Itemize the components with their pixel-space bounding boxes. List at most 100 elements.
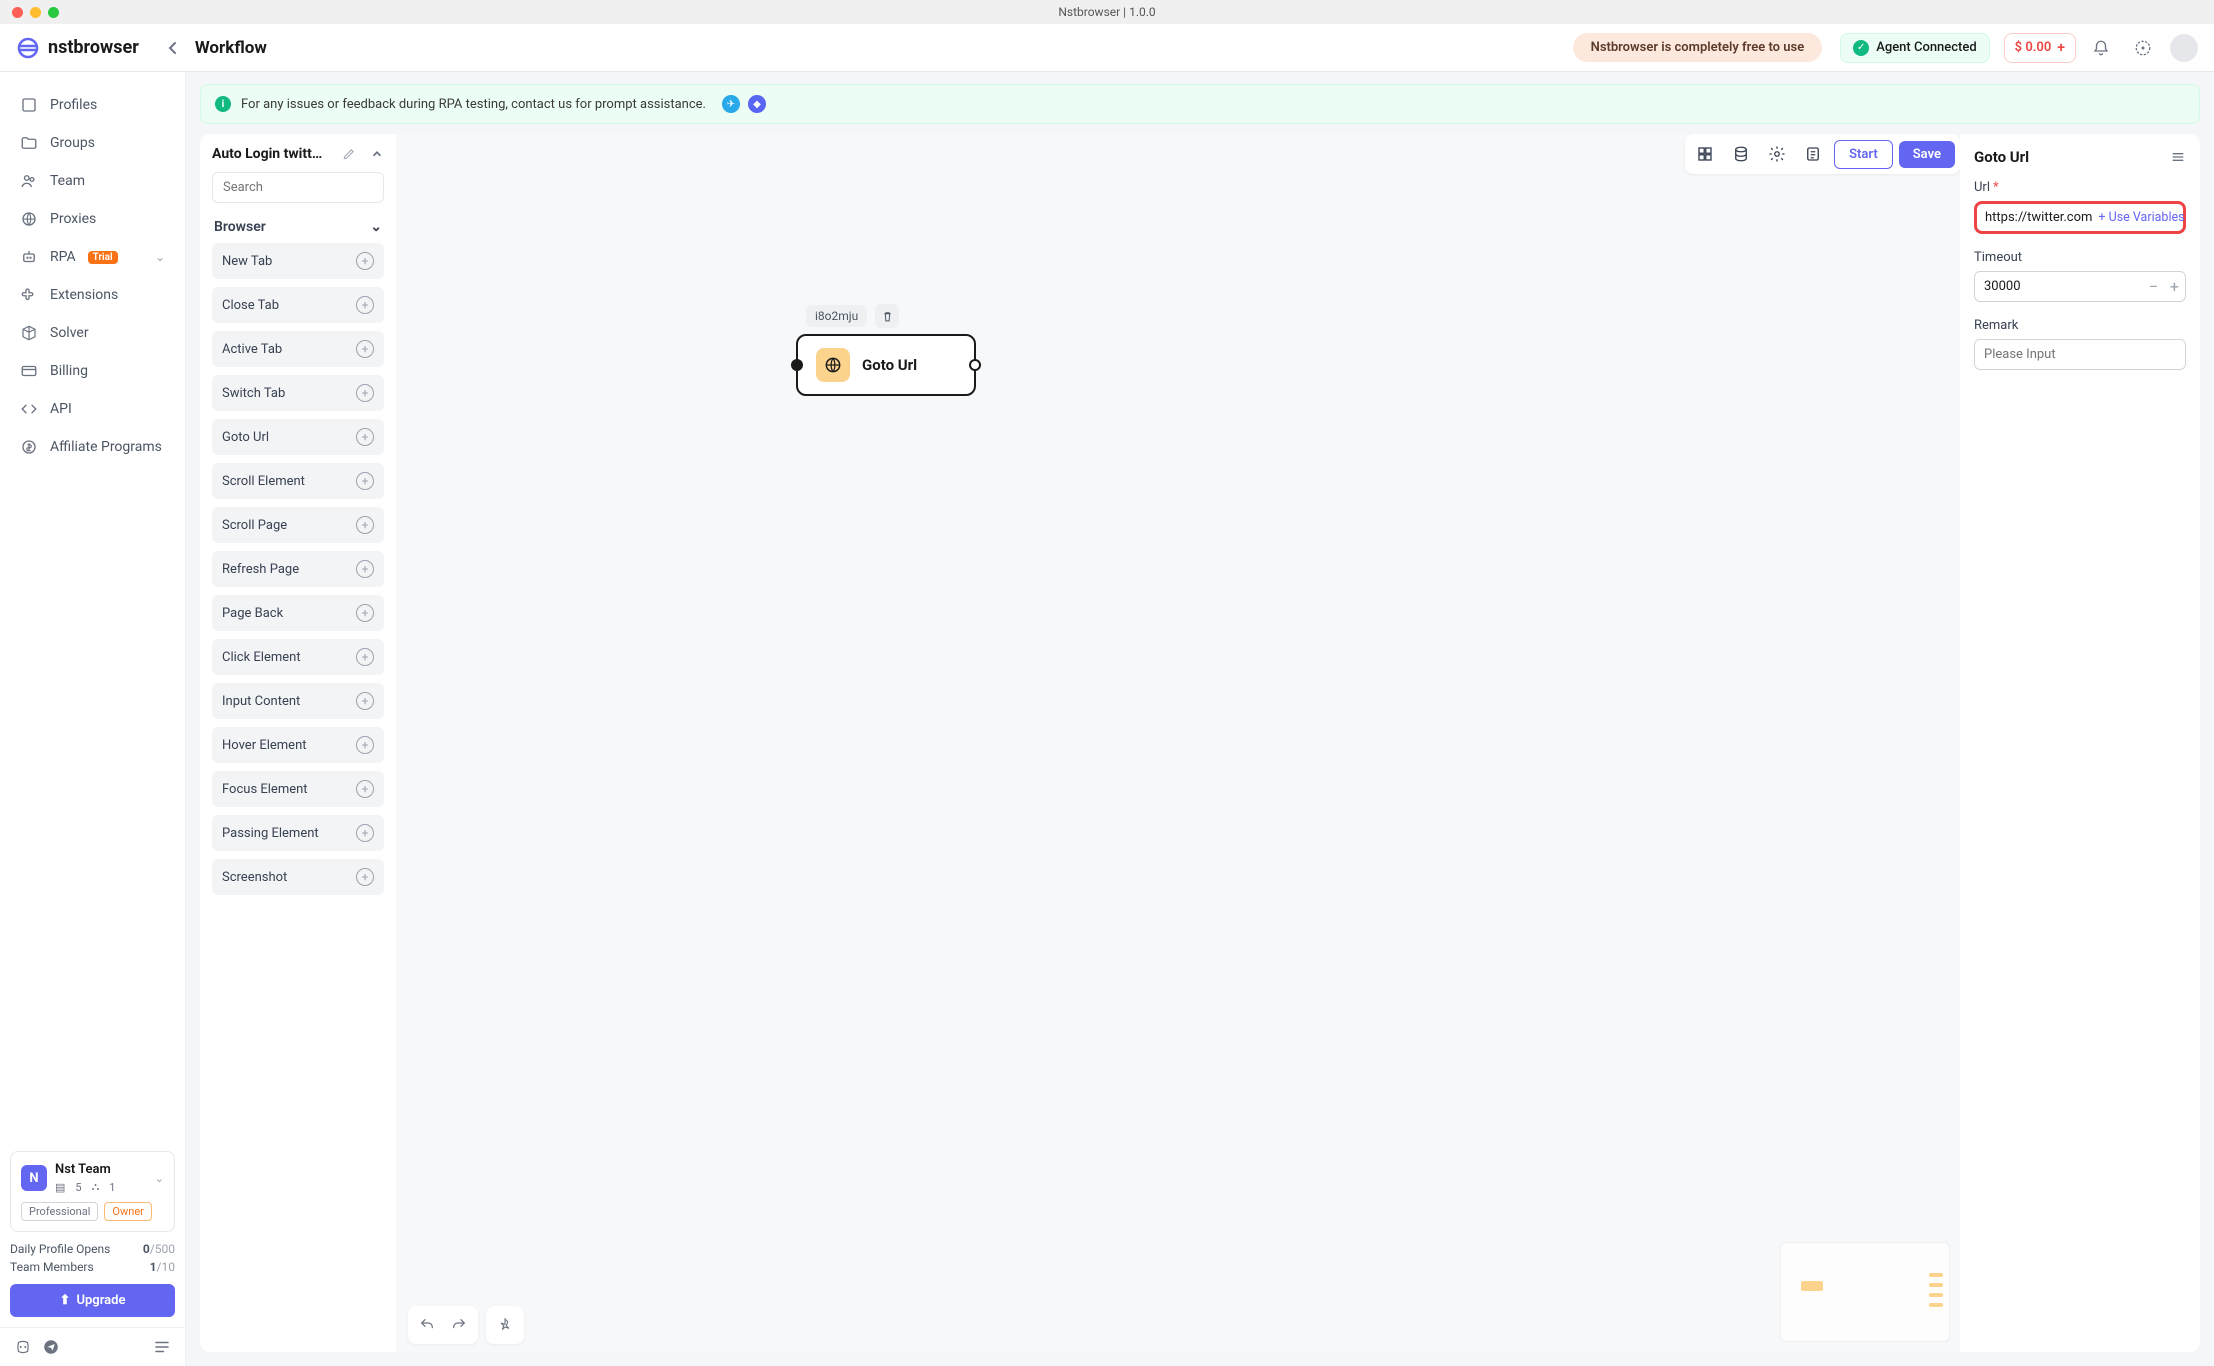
- decrement-button[interactable]: −: [2143, 277, 2164, 296]
- team-card[interactable]: N Nst Team ▤5 ⛬1 ⌄ Professional Owner: [10, 1151, 175, 1232]
- collapse-sidebar-icon[interactable]: [153, 1338, 171, 1356]
- node-label: Goto Url: [862, 356, 917, 374]
- canvas-node-goto-url[interactable]: i8o2mju Goto Url: [796, 304, 976, 396]
- canvas-toolbar: Start Save: [1685, 134, 1960, 174]
- chevron-down-icon: ⌄: [155, 1172, 164, 1185]
- notes-button[interactable]: [1798, 139, 1828, 169]
- discord-link-icon[interactable]: ◆: [748, 95, 766, 113]
- logo[interactable]: nstbrowser: [16, 36, 139, 60]
- collapse-panel-button[interactable]: [370, 147, 384, 161]
- properties-menu-button[interactable]: [2170, 149, 2186, 165]
- node-screenshot[interactable]: Screenshot+: [212, 859, 384, 895]
- node-hover-element[interactable]: Hover Element+: [212, 727, 384, 763]
- node-passing-element[interactable]: Passing Element+: [212, 815, 384, 851]
- node-switch-tab[interactable]: Switch Tab+: [212, 375, 384, 411]
- usage-members-label: Team Members: [10, 1260, 94, 1274]
- notice-banner: i For any issues or feedback during RPA …: [200, 84, 2200, 124]
- plus-icon: +: [356, 252, 374, 270]
- telegram-link-icon[interactable]: ✈: [722, 95, 740, 113]
- plus-icon: +: [356, 604, 374, 622]
- url-value: https://twitter.com: [1985, 210, 2092, 225]
- node-refresh-page[interactable]: Refresh Page+: [212, 551, 384, 587]
- node-active-tab[interactable]: Active Tab+: [212, 331, 384, 367]
- cube-icon: [20, 324, 38, 342]
- node-goto-url[interactable]: Goto Url+: [212, 419, 384, 455]
- node-click-element[interactable]: Click Element+: [212, 639, 384, 675]
- check-icon: ✓: [1853, 40, 1869, 56]
- search-input[interactable]: [212, 172, 384, 203]
- node-close-tab[interactable]: Close Tab+: [212, 287, 384, 323]
- sidebar-item-extensions[interactable]: Extensions: [10, 276, 175, 314]
- use-variables-button[interactable]: + Use Variables: [2098, 210, 2184, 225]
- start-button[interactable]: Start: [1834, 140, 1893, 169]
- nav-label: Affiliate Programs: [50, 439, 162, 455]
- sidebar-item-groups[interactable]: Groups: [10, 124, 175, 162]
- url-input[interactable]: https://twitter.com + Use Variables: [1974, 201, 2186, 234]
- pin-button[interactable]: [490, 1310, 520, 1340]
- settings-button[interactable]: [1762, 139, 1792, 169]
- back-button[interactable]: [165, 40, 181, 56]
- sidebar-item-rpa[interactable]: RPA Trial ⌄: [10, 238, 175, 276]
- remark-input[interactable]: [1974, 339, 2186, 370]
- sidebar-item-profiles[interactable]: Profiles: [10, 86, 175, 124]
- canvas[interactable]: Start Save i8o2mju Goto Url: [396, 134, 1960, 1352]
- plus-icon: +: [356, 340, 374, 358]
- folder-icon: [20, 134, 38, 152]
- edit-name-button[interactable]: [342, 147, 356, 161]
- node-palette: Auto Login twitt… Browser ⌄ New Tab+ Clo…: [200, 134, 396, 1352]
- delete-node-button[interactable]: [875, 304, 899, 328]
- url-label: Url: [1974, 180, 1990, 195]
- node-scroll-page[interactable]: Scroll Page+: [212, 507, 384, 543]
- minimap[interactable]: [1780, 1242, 1950, 1342]
- plus-icon: +: [2057, 40, 2065, 56]
- node-page-back[interactable]: Page Back+: [212, 595, 384, 631]
- puzzle-icon: [20, 286, 38, 304]
- agent-status: ✓ Agent Connected: [1840, 33, 1989, 63]
- free-banner: Nstbrowser is completely free to use: [1573, 33, 1823, 62]
- rpa-icon: [20, 248, 38, 266]
- sidebar-item-affiliate[interactable]: Affiliate Programs: [10, 428, 175, 466]
- sidebar-item-proxies[interactable]: Proxies: [10, 200, 175, 238]
- node-input-content[interactable]: Input Content+: [212, 683, 384, 719]
- plus-icon: +: [356, 516, 374, 534]
- database-button[interactable]: [1726, 139, 1756, 169]
- nav-label: Solver: [50, 325, 89, 341]
- plus-icon: +: [356, 472, 374, 490]
- discord-icon[interactable]: [14, 1338, 32, 1356]
- window-close-button[interactable]: [12, 7, 23, 18]
- sidebar-item-billing[interactable]: Billing: [10, 352, 175, 390]
- telegram-icon[interactable]: [42, 1338, 60, 1356]
- node-output-handle[interactable]: [969, 359, 981, 371]
- increment-button[interactable]: +: [2164, 277, 2185, 296]
- nav-label: Billing: [50, 363, 88, 379]
- plus-icon: +: [356, 868, 374, 886]
- timeout-input[interactable]: 30000 − +: [1974, 271, 2186, 302]
- node-scroll-element[interactable]: Scroll Element+: [212, 463, 384, 499]
- sidebar-item-team[interactable]: Team: [10, 162, 175, 200]
- node-input-handle[interactable]: [791, 359, 803, 371]
- agent-status-label: Agent Connected: [1876, 40, 1976, 55]
- minimap-node-icon: [1801, 1281, 1823, 1291]
- remark-label: Remark: [1974, 318, 2018, 333]
- sidebar-item-api[interactable]: API: [10, 390, 175, 428]
- brand-name: nstbrowser: [48, 37, 139, 58]
- notifications-button[interactable]: [2084, 31, 2118, 65]
- grid-view-button[interactable]: [1690, 139, 1720, 169]
- category-browser[interactable]: Browser ⌄: [212, 215, 384, 243]
- sidebar-item-solver[interactable]: Solver: [10, 314, 175, 352]
- window-minimize-button[interactable]: [30, 7, 41, 18]
- user-avatar[interactable]: [2170, 34, 2198, 62]
- required-indicator: *: [1993, 180, 1999, 195]
- dollar-icon: [20, 438, 38, 456]
- save-button[interactable]: Save: [1899, 141, 1955, 168]
- undo-button[interactable]: [412, 1310, 442, 1340]
- node-focus-element[interactable]: Focus Element+: [212, 771, 384, 807]
- window-maximize-button[interactable]: [48, 7, 59, 18]
- profiles-icon: [20, 96, 38, 114]
- balance-button[interactable]: $ 0.00 +: [2004, 33, 2076, 63]
- redo-button[interactable]: [444, 1310, 474, 1340]
- chevron-down-icon: ⌄: [155, 250, 165, 264]
- help-button[interactable]: [2126, 31, 2160, 65]
- node-new-tab[interactable]: New Tab+: [212, 243, 384, 279]
- upgrade-button[interactable]: ⬆ Upgrade: [10, 1284, 175, 1317]
